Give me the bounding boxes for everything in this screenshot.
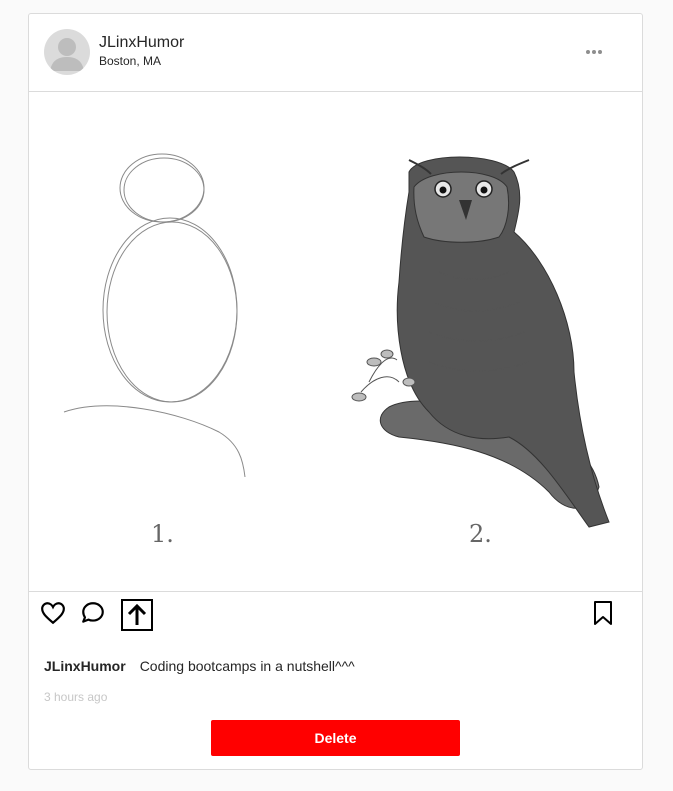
caption-username[interactable]: JLinxHumor — [44, 658, 126, 674]
more-options-button[interactable] — [584, 45, 604, 59]
delete-button[interactable]: Delete — [211, 720, 460, 756]
share-button[interactable] — [120, 598, 154, 632]
save-button[interactable] — [592, 600, 614, 626]
post-location[interactable]: Boston, MA — [99, 54, 161, 68]
user-placeholder-icon — [50, 38, 84, 71]
owl-drawing-image: 1. 2. — [63, 153, 610, 548]
share-upload-icon — [121, 599, 153, 631]
caption-text: Coding bootcamps in a nutshell^^^ — [139, 658, 355, 674]
post-actions — [29, 592, 642, 642]
step-2-label: 2. — [469, 520, 492, 548]
avatar[interactable] — [44, 29, 90, 75]
like-button[interactable] — [40, 600, 66, 626]
post-timestamp: 3 hours ago — [44, 690, 108, 704]
post-caption: JLinxHumor Coding bootcamps in a nutshell… — [44, 658, 355, 674]
post-image[interactable]: 1. 2. — [29, 92, 642, 592]
heart-icon — [41, 602, 65, 625]
ellipsis-icon — [586, 50, 602, 54]
post-header: JLinxHumor Boston, MA — [29, 14, 642, 92]
bookmark-icon — [594, 601, 612, 625]
post-username[interactable]: JLinxHumor — [99, 34, 184, 52]
comment-button[interactable] — [80, 600, 106, 626]
step-1-label: 1. — [151, 520, 174, 548]
post-card: JLinxHumor Boston, MA 1. 2. JLinxHumor C… — [28, 13, 643, 770]
comment-icon — [82, 602, 104, 623]
